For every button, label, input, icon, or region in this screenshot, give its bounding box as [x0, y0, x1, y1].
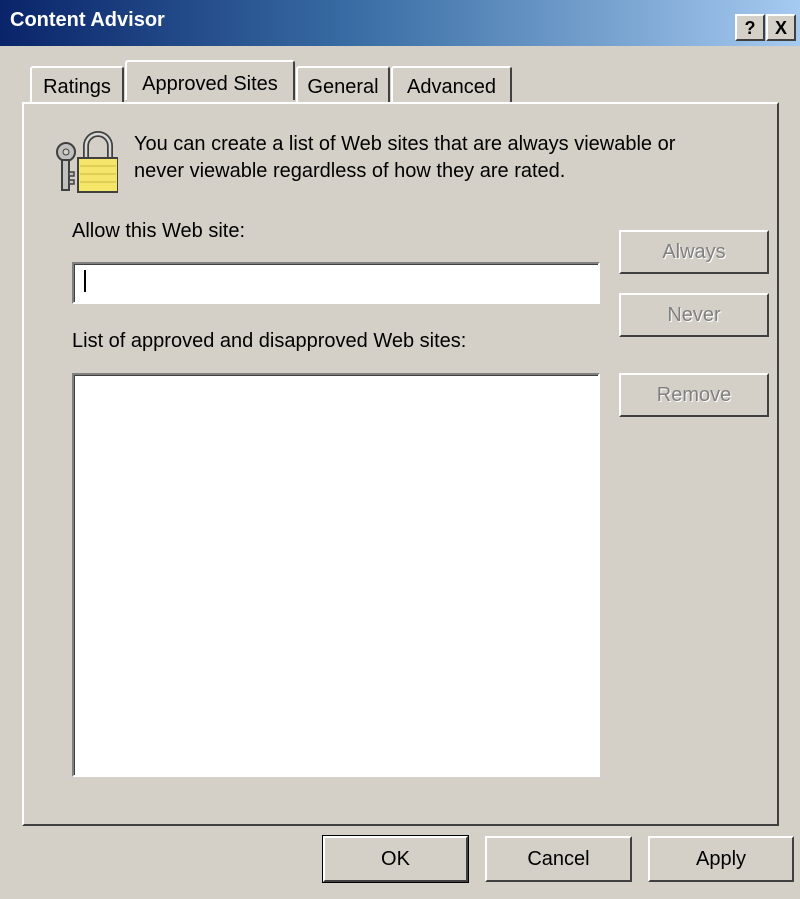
- tab-ratings[interactable]: Ratings: [30, 66, 124, 104]
- always-button[interactable]: Always: [619, 230, 769, 274]
- ok-button[interactable]: OK: [322, 835, 469, 883]
- apply-button[interactable]: Apply: [648, 836, 794, 882]
- allow-site-label: Allow this Web site:: [72, 220, 246, 242]
- site-list-label: List of approved and disapproved Web sit…: [72, 330, 467, 352]
- tab-advanced[interactable]: Advanced: [391, 66, 512, 104]
- site-list[interactable]: [72, 373, 600, 777]
- lock-keys-icon: [50, 130, 119, 196]
- description-line-1: You can create a list of Web sites that …: [134, 133, 676, 155]
- cancel-button[interactable]: Cancel: [485, 836, 632, 882]
- close-button[interactable]: X: [766, 14, 796, 41]
- description-line-2: never viewable regardless of how they ar…: [134, 160, 566, 182]
- never-button[interactable]: Never: [619, 293, 769, 337]
- help-button[interactable]: ?: [735, 14, 765, 41]
- title-bar: Content Advisor ? X: [0, 0, 800, 46]
- text-caret: [84, 270, 86, 292]
- allow-site-input[interactable]: [72, 262, 600, 304]
- tab-general[interactable]: General: [296, 66, 390, 104]
- tab-approved-sites[interactable]: Approved Sites: [125, 60, 295, 100]
- remove-button[interactable]: Remove: [619, 373, 769, 417]
- window-title: Content Advisor: [10, 9, 165, 31]
